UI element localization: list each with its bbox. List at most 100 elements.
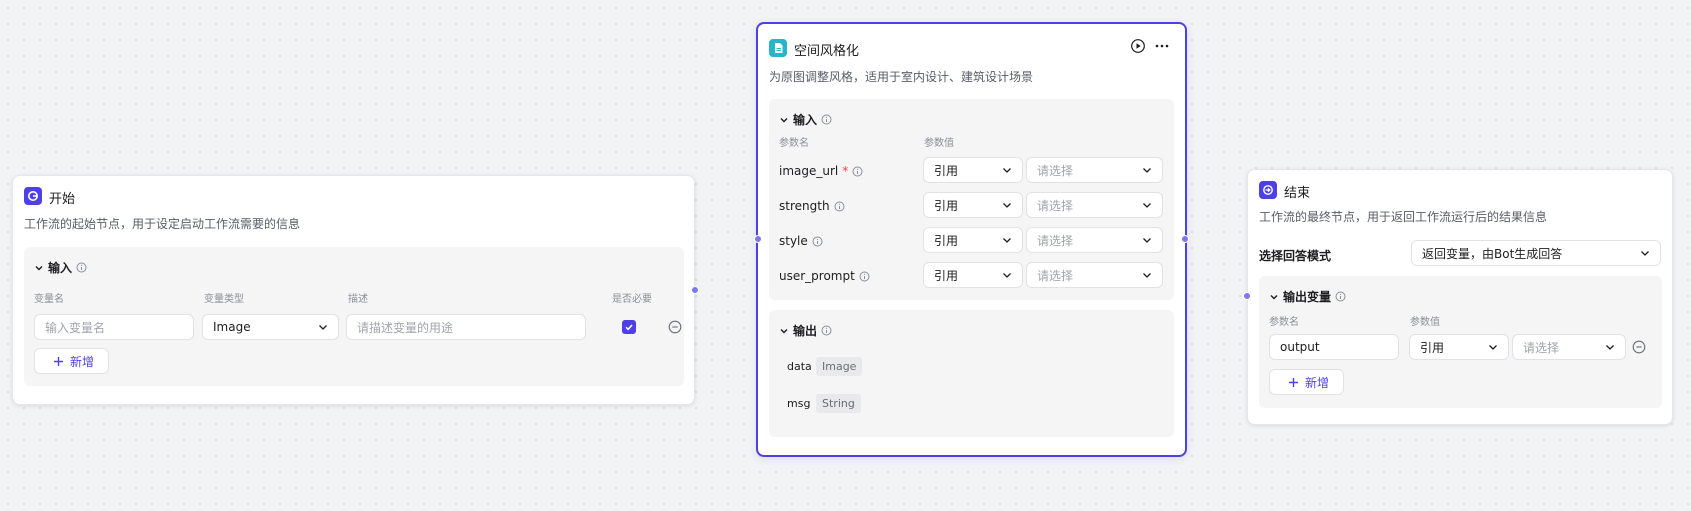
output-type-tag: String [816,394,861,413]
answer-mode-label: 选择回答模式 [1259,247,1331,264]
end-node-title: 结束 [1284,186,1311,201]
start-node[interactable]: 开始 工作流的起始节点，用于设定启动工作流需要的信息 输入 变量名 变量类型 描… [12,175,695,405]
param-mode-select[interactable]: 引用 [923,157,1023,183]
style-input-section-header[interactable]: 输入 [779,111,832,128]
info-icon [76,262,87,273]
param-value-select[interactable]: 请选择 [1026,157,1163,183]
param-value-placeholder: 请选择 [1037,198,1074,213]
plus-icon [1289,377,1298,387]
style-output-section-header[interactable]: 输出 [779,322,832,339]
style-node-output-handle[interactable] [1181,235,1189,243]
end-output-section-title: 输出变量 [1283,290,1332,304]
required-checkbox[interactable] [622,320,636,334]
param-mode-value: 引用 [934,163,959,178]
style-node[interactable]: 空间风格化 为原图调整风格，适用于室内设计、建筑设计场景 输入 参数名 参数值 … [756,22,1187,457]
param-value-placeholder: 请选择 [1037,268,1074,283]
plus-icon [54,356,63,366]
end-output-section-header[interactable]: 输出变量 [1269,288,1346,305]
end-node[interactable]: 结束 工作流的最终节点，用于返回工作流运行后的结果信息 选择回答模式 返回变量，… [1247,169,1673,425]
chevron-down-icon [1003,203,1011,208]
param-value-select[interactable]: 请选择 [1026,227,1163,253]
param-mode-value: 引用 [934,268,959,283]
end-node-input-handle[interactable] [1243,292,1251,300]
var-type-select[interactable]: Image [202,314,339,340]
end-node-icon [1259,181,1277,199]
var-desc-input[interactable]: 请描述变量的用途 [346,314,586,340]
param-value-select[interactable]: 请选择 [1026,262,1163,288]
param-mode-value: 引用 [934,198,959,213]
chevron-down-icon [1003,273,1011,278]
style-input-section: 输入 参数名 参数值 image_url * 引用 请选择 strength 引用… [769,99,1174,300]
start-input-section-title: 输入 [48,261,73,275]
required-mark: * [842,164,849,178]
info-icon [834,201,845,211]
remove-row-icon[interactable] [668,320,682,334]
chevron-down-icon [1143,273,1151,278]
param-name: strength [779,199,830,213]
col-label-required: 是否必要 [612,294,652,305]
start-node-title: 开始 [49,192,76,207]
start-node-desc: 工作流的起始节点，用于设定启动工作流需要的信息 [24,217,301,231]
var-type-value: Image [213,320,251,334]
add-output-button[interactable]: 新增 [1269,369,1345,395]
col-label-param-value: 参数值 [924,138,954,149]
col-label-var-name: 变量名 [34,294,64,305]
info-icon [852,166,863,176]
info-icon [821,114,832,125]
param-value-placeholder: 请选择 [1037,163,1074,178]
answer-mode-label-text: 选择回答模式 [1259,249,1332,263]
chevron-down-icon[interactable] [779,326,789,336]
end-node-desc: 工作流的最终节点，用于返回工作流运行后的结果信息 [1259,210,1548,224]
col-label-param-value: 参数值 [1410,317,1440,328]
param-style: style [779,234,823,248]
chevron-down-icon [1143,203,1151,208]
col-label-param-name: 参数名 [779,138,809,149]
chevron-down-icon[interactable] [779,115,789,125]
chevron-down-icon [1143,168,1151,173]
param-mode-select[interactable]: 引用 [923,262,1023,288]
col-label-desc: 描述 [348,294,368,305]
start-node-output-handle[interactable] [691,286,699,294]
chevron-down-icon[interactable] [34,263,44,273]
answer-mode-value: 返回变量，由Bot生成回答 [1422,246,1563,261]
col-label-param-name: 参数名 [1269,317,1299,328]
style-node-desc: 为原图调整风格，适用于室内设计、建筑设计场景 [769,70,1034,84]
output-name: data [787,360,812,373]
var-name-placeholder: 输入变量名 [45,320,106,335]
info-icon [859,271,870,281]
output-mode-value: 引用 [1420,340,1445,355]
var-name-input[interactable]: 输入变量名 [34,314,194,340]
param-name: user_prompt [779,269,855,283]
output-mode-select[interactable]: 引用 [1409,334,1509,360]
param-name: image_url [779,164,839,178]
chevron-down-icon [1003,238,1011,243]
chevron-down-icon[interactable] [1269,292,1279,302]
info-icon [1335,291,1346,302]
add-output-label: 新增 [1305,375,1330,390]
style-output-section: 输出 data Image msg String [769,310,1174,437]
param-name: style [779,234,808,248]
add-variable-button[interactable]: 新增 [34,348,110,374]
param-strength: strength [779,199,845,213]
start-input-section-header[interactable]: 输入 [34,259,87,276]
end-output-section: 输出变量 参数名 参数值 output 引用 请选择 新增 [1259,276,1662,408]
remove-row-icon[interactable] [1632,340,1646,354]
answer-mode-select[interactable]: 返回变量，由Bot生成回答 [1411,240,1661,266]
chevron-down-icon [1606,345,1614,350]
style-node-input-handle[interactable] [754,235,762,243]
chevron-down-icon [1143,238,1151,243]
chevron-down-icon [1003,168,1011,173]
param-mode-select[interactable]: 引用 [923,192,1023,218]
output-value-placeholder: 请选择 [1523,340,1560,355]
output-name-input[interactable]: output [1269,334,1399,360]
output-name-value: output [1280,340,1320,354]
param-user-prompt: user_prompt [779,269,870,283]
param-mode-select[interactable]: 引用 [923,227,1023,253]
start-node-icon [24,187,42,205]
output-value-select[interactable]: 请选择 [1512,334,1626,360]
more-options-icon[interactable] [1154,38,1170,54]
output-type-tag: Image [816,357,863,376]
param-value-select[interactable]: 请选择 [1026,192,1163,218]
start-input-section: 输入 变量名 变量类型 描述 是否必要 输入变量名 Image 请描述变量的用途… [24,247,684,386]
play-icon[interactable] [1130,38,1146,54]
